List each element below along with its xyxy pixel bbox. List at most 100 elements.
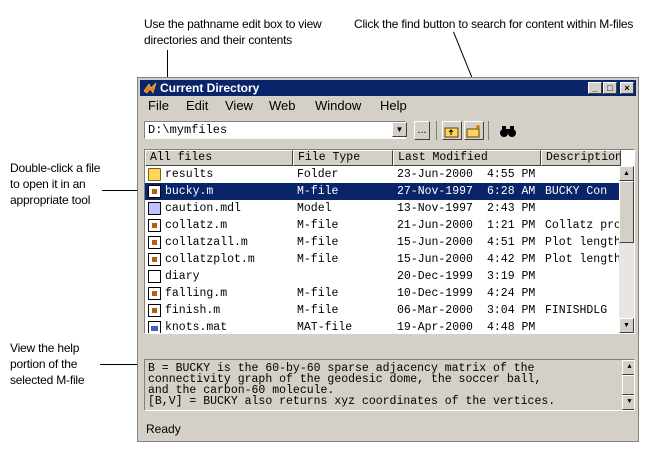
maximize-button[interactable]: □ xyxy=(603,82,617,94)
callout-help-line2: portion of the xyxy=(10,357,78,371)
file-date: 10-Dec-1999 xyxy=(397,287,473,300)
file-date: 23-Jun-2000 xyxy=(397,168,473,181)
m-file-icon xyxy=(148,287,161,300)
file-name: falling.m xyxy=(165,287,228,300)
column-header-description[interactable]: Description xyxy=(541,150,621,166)
callout-find: Click the find button to search for cont… xyxy=(354,16,633,32)
minimize-button[interactable]: _ xyxy=(588,82,602,94)
file-type: M-file xyxy=(297,287,339,300)
menu-file[interactable]: File xyxy=(148,98,169,113)
help-pane[interactable]: B = BUCKY is the 60-by-60 sparse adjacen… xyxy=(144,359,635,411)
window-title: Current Directory xyxy=(160,81,260,95)
m-file-icon xyxy=(148,304,161,317)
browse-button[interactable]: ... xyxy=(414,121,430,140)
file-date: 20-Dec-1999 xyxy=(397,270,473,283)
file-type: Model xyxy=(297,202,332,215)
file-date: 15-Jun-2000 xyxy=(397,236,473,249)
path-dropdown-button[interactable]: ▼ xyxy=(392,122,407,137)
file-time: 6:28 AM xyxy=(487,185,536,198)
status-bar-text: Ready xyxy=(146,422,181,436)
menu-edit[interactable]: Edit xyxy=(186,98,208,113)
file-row[interactable]: falling.m M-file 10-Dec-1999 4:24 PM xyxy=(145,285,621,302)
file-row[interactable]: collatz.m M-file 21-Jun-2000 1:21 PM Collatz… xyxy=(145,217,621,234)
column-header-file-type[interactable]: File Type xyxy=(293,150,393,166)
callout-help-line1: View the help xyxy=(10,341,80,355)
file-row[interactable]: collatzall.m M-file 15-Jun-2000 4:51 PM Plot… xyxy=(145,234,621,251)
close-button[interactable]: × xyxy=(620,82,634,94)
model-icon xyxy=(148,202,161,215)
file-row[interactable]: diary 20-Dec-1999 3:19 PM xyxy=(145,268,621,285)
column-header-all-files[interactable]: All files xyxy=(145,150,293,166)
callout-help-line3: selected M-file xyxy=(10,373,85,387)
file-time: 2:43 PM xyxy=(487,202,536,215)
file-date: 15-Jun-2000 xyxy=(397,253,473,266)
callout-pathname-line2: directories and their contents xyxy=(144,33,293,47)
toolbar-separator-2 xyxy=(488,121,489,140)
matlab-logo-icon xyxy=(143,82,157,94)
callout-pathname: Use the pathname edit box to view direct… xyxy=(144,16,322,48)
help-line: [B,V] = BUCKY also returns xyz coordinat… xyxy=(148,395,556,408)
help-scroll-down-button[interactable]: ▼ xyxy=(622,395,634,410)
menu-window[interactable]: Window xyxy=(315,98,361,113)
file-row[interactable]: caution.mdl Model 13-Nov-1997 2:43 PM xyxy=(145,200,621,217)
new-folder-icon xyxy=(466,125,480,138)
file-description: Plot length xyxy=(545,253,621,266)
file-name: knots.mat xyxy=(165,321,228,334)
file-name: bucky.m xyxy=(165,185,214,198)
scroll-down-button[interactable]: ▼ xyxy=(619,318,634,333)
file-row[interactable]: bucky.m M-file 27-Nov-1997 6:28 AM BUCKY Con xyxy=(145,183,621,200)
pathname-input[interactable]: D:\mymfiles xyxy=(144,121,406,139)
help-scroll-up-button[interactable]: ▲ xyxy=(622,360,634,375)
file-time: 4:24 PM xyxy=(487,287,536,300)
callout-help: View the help portion of the selected M-… xyxy=(10,340,85,388)
file-type: MAT-file xyxy=(297,321,353,334)
file-time: 4:51 PM xyxy=(487,236,536,249)
file-list-scrollbar[interactable]: ▲ ▼ xyxy=(619,166,634,333)
find-button[interactable] xyxy=(498,121,518,140)
file-name: collatzall.m xyxy=(165,236,248,249)
file-time: 3:19 PM xyxy=(487,270,536,283)
m-file-icon xyxy=(148,185,161,198)
file-row[interactable]: knots.mat MAT-file 19-Apr-2000 4:48 PM xyxy=(145,319,621,334)
m-file-icon xyxy=(148,236,161,249)
column-header-last-modified[interactable]: Last Modified xyxy=(393,150,541,166)
file-name: diary xyxy=(165,270,200,283)
up-folder-icon xyxy=(444,127,459,138)
file-list[interactable]: All files File Type Last Modified Descri… xyxy=(144,149,635,334)
file-type: M-file xyxy=(297,185,339,198)
file-type: M-file xyxy=(297,304,339,317)
file-time: 4:55 PM xyxy=(487,168,536,181)
title-bar[interactable]: Current Directory _ □ × xyxy=(140,80,636,96)
scroll-thumb[interactable] xyxy=(619,181,634,243)
file-name: caution.mdl xyxy=(165,202,241,215)
file-description: Plot length xyxy=(545,236,621,249)
file-name: results xyxy=(165,168,214,181)
file-description: Collatz pro xyxy=(545,219,621,232)
callout-doubleclick-line3: appropriate tool xyxy=(10,193,91,207)
file-type: M-file xyxy=(297,253,339,266)
up-directory-button[interactable] xyxy=(442,121,462,140)
callout-find-line1: Click the find button to search for cont… xyxy=(354,17,634,31)
new-folder-button[interactable] xyxy=(464,121,484,140)
help-scrollbar[interactable]: ▲ ▼ xyxy=(619,360,634,410)
menu-web[interactable]: Web xyxy=(269,98,296,113)
help-scroll-thumb[interactable] xyxy=(622,375,634,395)
file-description: BUCKY Con xyxy=(545,185,608,198)
callout-doubleclick-line1: Double-click a file xyxy=(10,161,101,175)
file-date: 27-Nov-1997 xyxy=(397,185,473,198)
file-time: 3:04 PM xyxy=(487,304,536,317)
current-directory-window: Current Directory _ □ × File Edit View W… xyxy=(137,77,639,442)
menu-help[interactable]: Help xyxy=(380,98,407,113)
file-row[interactable]: collatzplot.m M-file 15-Jun-2000 4:42 PM Plo… xyxy=(145,251,621,268)
toolbar-separator xyxy=(436,121,437,140)
file-time: 4:42 PM xyxy=(487,253,536,266)
file-time: 4:48 PM xyxy=(487,321,536,334)
scroll-up-button[interactable]: ▲ xyxy=(619,166,634,181)
menu-view[interactable]: View xyxy=(225,98,253,113)
file-description: FINISHDLG xyxy=(545,304,608,317)
file-row[interactable]: finish.m M-file 06-Mar-2000 3:04 PM FINISHDL… xyxy=(145,302,621,319)
file-row[interactable]: results Folder 23-Jun-2000 4:55 PM xyxy=(145,166,621,183)
file-date: 21-Jun-2000 xyxy=(397,219,473,232)
callout-doubleclick-line2: to open it in an xyxy=(10,177,86,191)
file-type: Folder xyxy=(297,168,339,181)
